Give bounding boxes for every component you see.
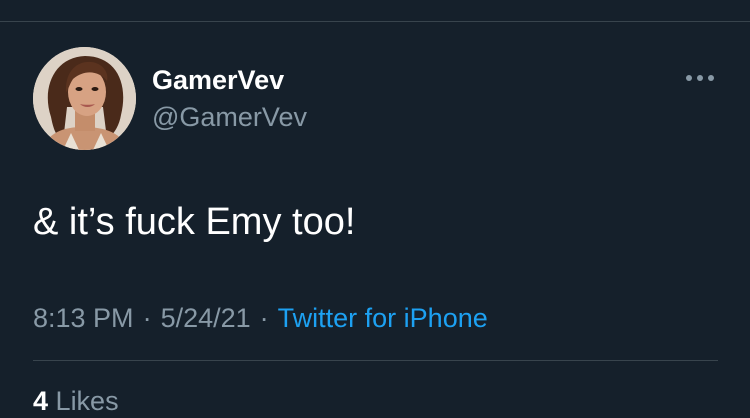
stats-divider <box>33 360 718 361</box>
likes-label: Likes <box>55 386 119 416</box>
meta-separator: · <box>142 303 152 333</box>
author-handle[interactable]: @GamerVev <box>152 100 307 134</box>
tweet-meta: 8:13 PM · 5/24/21 · Twitter for iPhone <box>33 301 488 335</box>
avatar[interactable] <box>33 47 136 150</box>
meta-separator: · <box>259 303 269 333</box>
tweet-source-link[interactable]: Twitter for iPhone <box>278 303 488 333</box>
more-options-button[interactable] <box>679 66 721 90</box>
avatar-photo <box>33 47 136 150</box>
likes-count: 4 <box>33 386 49 416</box>
tweet-text: & it’s fuck Emy too! <box>33 201 356 243</box>
tweet-date[interactable]: 5/24/21 <box>161 303 251 333</box>
more-horizontal-icon <box>686 75 714 81</box>
top-divider <box>0 21 750 22</box>
author-display-name[interactable]: GamerVev <box>152 63 284 97</box>
tweet-time[interactable]: 8:13 PM <box>33 303 134 333</box>
